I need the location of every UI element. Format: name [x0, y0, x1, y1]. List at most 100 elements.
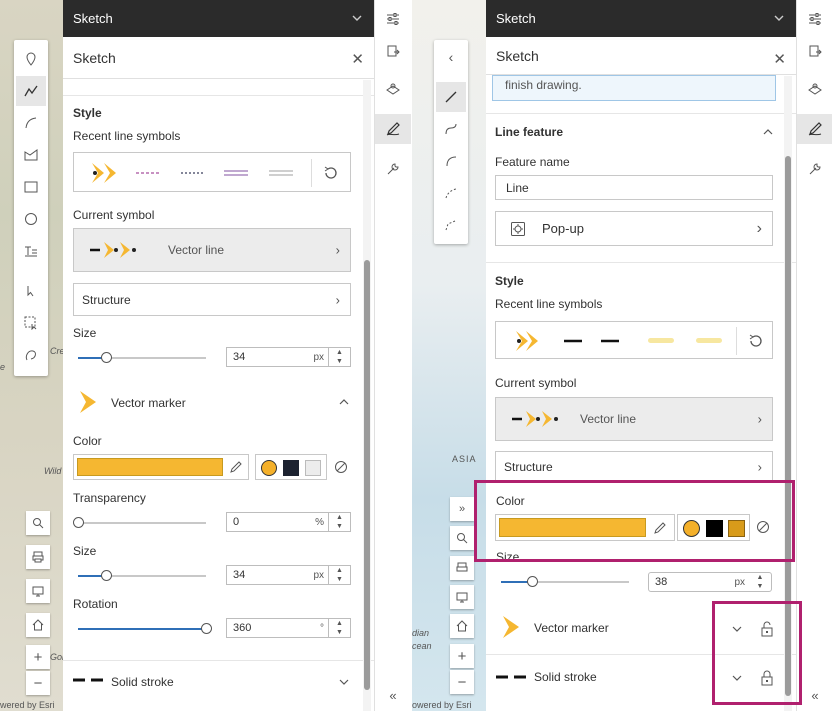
- annotation-highlight-color: [474, 480, 795, 562]
- arc-tool-button[interactable]: [436, 146, 466, 176]
- rotation-slider-thumb[interactable]: [201, 623, 212, 634]
- size-input[interactable]: 34 px ▲ ▼: [226, 347, 351, 367]
- marker-size-input[interactable]: 34 px ▲ ▼: [226, 565, 351, 585]
- preset-color-gray[interactable]: [305, 460, 321, 476]
- solid-stroke-label: Solid stroke: [534, 670, 597, 684]
- recent-symbol-pale-yellow-2[interactable]: [696, 337, 722, 345]
- close-icon[interactable]: ✕: [351, 50, 364, 68]
- tools-button[interactable]: [797, 154, 832, 184]
- transparency-input[interactable]: 0 % ▲ ▼: [226, 512, 351, 532]
- marker-size-slider-thumb[interactable]: [101, 570, 112, 581]
- polygon-tool-button[interactable]: [16, 140, 46, 170]
- home-map-button[interactable]: [450, 614, 474, 638]
- recent-symbol-dashed-navy[interactable]: [181, 170, 205, 176]
- display-map-button[interactable]: [450, 585, 474, 609]
- map-view-left[interactable]: Wild Cre e Gol wered by Esri + −: [0, 0, 64, 711]
- zoom-in-button[interactable]: +: [26, 645, 50, 669]
- map-view-right[interactable]: ASIA dian cean owered by Esri ‹ » + −: [412, 0, 486, 711]
- structure-button[interactable]: Structure ›: [495, 451, 773, 483]
- zoom-out-button[interactable]: −: [450, 670, 474, 694]
- chevron-up-icon[interactable]: [338, 397, 350, 407]
- collapse-button[interactable]: «: [375, 680, 411, 710]
- select-tool-button[interactable]: [16, 276, 46, 306]
- chevron-up-icon[interactable]: [762, 127, 774, 137]
- recent-symbol-vector-arrow[interactable]: [514, 329, 548, 353]
- straight-line-tool-button[interactable]: [436, 82, 466, 112]
- text-tool-button[interactable]: [16, 236, 46, 266]
- box-select-tool-button[interactable]: [16, 308, 46, 338]
- recent-symbol-dashed-purple[interactable]: [136, 170, 160, 176]
- feature-name-input[interactable]: Line: [495, 175, 773, 200]
- transparency-slider-track[interactable]: [78, 522, 206, 524]
- current-symbol-button[interactable]: Vector line ›: [73, 228, 351, 272]
- chevron-down-icon[interactable]: [350, 11, 364, 25]
- rotation-input[interactable]: 360 ° ▲ ▼: [226, 618, 351, 638]
- reset-icon[interactable]: [748, 333, 764, 349]
- header-title: Sketch: [73, 11, 113, 26]
- panel-header[interactable]: Sketch: [63, 0, 374, 37]
- popup-button[interactable]: Pop-up ›: [495, 211, 773, 246]
- sketch-button[interactable]: [375, 114, 411, 144]
- collapse-button[interactable]: «: [797, 680, 832, 710]
- display-map-button[interactable]: [26, 579, 50, 603]
- scrollbar-thumb[interactable]: [364, 260, 370, 690]
- solid-stroke-icon: [73, 678, 103, 682]
- transparency-stepper[interactable]: ▲ ▼: [328, 513, 350, 531]
- size-stepper[interactable]: ▲ ▼: [328, 348, 350, 366]
- curve-tool-button[interactable]: [16, 108, 46, 138]
- preset-color-navy[interactable]: [283, 460, 299, 476]
- marker-size-stepper[interactable]: ▲ ▼: [328, 566, 350, 584]
- size-input[interactable]: 38 px ▲ ▼: [648, 572, 772, 592]
- circle-tool-button[interactable]: [16, 204, 46, 234]
- sketch-button[interactable]: [797, 114, 832, 144]
- recent-symbol-double-purple[interactable]: [224, 169, 248, 177]
- settings-button[interactable]: [797, 4, 832, 34]
- print-map-button[interactable]: [26, 545, 50, 569]
- home-map-button[interactable]: [26, 613, 50, 637]
- preset-color-yellow[interactable]: [261, 460, 277, 476]
- tools-button[interactable]: [375, 154, 411, 184]
- print-map-button[interactable]: [450, 556, 474, 580]
- curve-line-tool-button[interactable]: [436, 114, 466, 144]
- close-icon[interactable]: ✕: [773, 50, 786, 68]
- collapse-tools-button[interactable]: ‹: [436, 42, 466, 72]
- settings-button[interactable]: [375, 4, 411, 34]
- reset-icon[interactable]: [323, 165, 339, 181]
- transparency-slider-thumb[interactable]: [73, 517, 84, 528]
- search-map-button[interactable]: [26, 511, 50, 535]
- scrollbar-track[interactable]: [363, 80, 371, 711]
- dotted-line-tool-button[interactable]: [436, 178, 466, 208]
- polyline-tool-button[interactable]: [16, 76, 46, 106]
- recent-symbol-vector-arrow[interactable]: [90, 161, 130, 185]
- rotation-unit: °: [320, 622, 324, 634]
- expand-tools-button[interactable]: »: [450, 497, 474, 521]
- point-tool-button[interactable]: [16, 44, 46, 74]
- lasso-tool-button[interactable]: [16, 340, 46, 370]
- no-color-icon[interactable]: [334, 460, 348, 474]
- recent-symbol-pale-yellow[interactable]: [648, 337, 674, 345]
- current-symbol-button[interactable]: Vector line ›: [495, 397, 773, 441]
- layers-button[interactable]: [375, 36, 411, 66]
- recent-symbol-double-gray[interactable]: [269, 169, 293, 177]
- zoom-out-button[interactable]: −: [26, 671, 50, 695]
- recent-symbol-solid-short[interactable]: [564, 338, 582, 344]
- size-unit: px: [313, 351, 324, 363]
- dotted-curve-tool-button[interactable]: [436, 210, 466, 240]
- rotation-stepper[interactable]: ▲ ▼: [328, 619, 350, 637]
- zoom-in-button[interactable]: +: [450, 644, 474, 668]
- size-stepper[interactable]: ▲ ▼: [749, 573, 771, 591]
- color-picker-field[interactable]: [73, 454, 249, 480]
- rectangle-tool-button[interactable]: [16, 172, 46, 202]
- recent-symbol-solid-short-2[interactable]: [601, 338, 619, 344]
- search-map-button[interactable]: [450, 526, 474, 550]
- structure-button[interactable]: Structure ›: [73, 283, 351, 316]
- pencil-icon[interactable]: [229, 460, 243, 474]
- basemap-button[interactable]: [797, 74, 832, 104]
- size-slider-thumb[interactable]: [101, 352, 112, 363]
- basemap-button[interactable]: [375, 74, 411, 104]
- panel-header[interactable]: Sketch: [486, 0, 796, 37]
- chevron-down-icon[interactable]: [338, 677, 350, 687]
- chevron-down-icon[interactable]: [772, 11, 786, 25]
- layers-button[interactable]: [797, 36, 832, 66]
- size-slider-thumb[interactable]: [527, 576, 538, 587]
